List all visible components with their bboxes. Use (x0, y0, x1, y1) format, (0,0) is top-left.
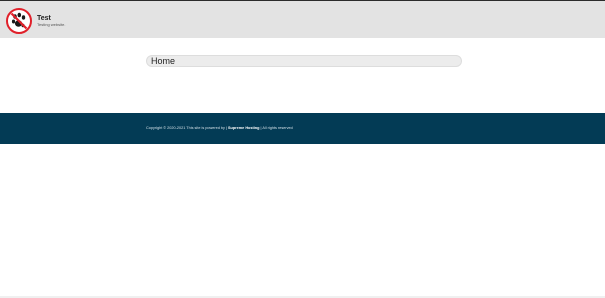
page-title: Home (151, 56, 176, 66)
no-pets-paw-icon[interactable] (6, 8, 32, 34)
powered-by-link[interactable]: Supreme Hosting (228, 126, 259, 130)
site-tagline: Testing website. (37, 22, 66, 27)
site-footer: Copyright © 2020-2021 This site is power… (0, 113, 605, 144)
copyright-text: Copyright © 2020-2021 This site is power… (146, 126, 229, 130)
rights-text: | All rights reserved (259, 126, 293, 130)
footer-copyright: Copyright © 2020-2021 This site is power… (146, 126, 293, 131)
page-title-bar: Home (146, 55, 462, 67)
page: Test Testing website. Home Copyright © 2… (0, 0, 605, 298)
site-header: Test Testing website. (0, 1, 605, 38)
